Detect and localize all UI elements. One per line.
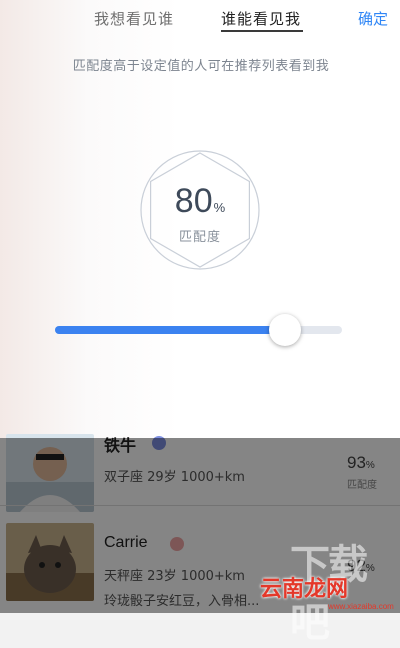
user-name: 铁牛	[104, 438, 137, 455]
gauge-value: 80%	[138, 182, 262, 221]
tab-who-sees-me[interactable]: 谁能看见我	[221, 8, 301, 29]
match-score: 92%	[347, 556, 375, 576]
gauge-number: 80	[174, 182, 213, 220]
match-settings-panel: 我想看见谁 谁能看见我 确定 匹配度高于设定值的人可在推荐列表看到我 80% 匹…	[0, 0, 400, 438]
match-score: 93%	[347, 453, 375, 473]
user-name: Carrie	[104, 534, 148, 551]
score-value: 92	[347, 556, 366, 575]
description-text: 匹配度高于设定值的人可在推荐列表看到我	[72, 59, 330, 74]
match-slider[interactable]	[55, 314, 342, 346]
active-tab-indicator	[221, 30, 303, 32]
avatar	[6, 523, 94, 601]
score-value: 93	[347, 453, 366, 472]
slider-fill	[55, 326, 285, 334]
divider	[0, 505, 400, 506]
recommend-list: 铁牛 双子座 29岁 1000+km 93% 匹配度 Carrie 天秤座 23…	[0, 434, 400, 613]
avatar	[6, 434, 94, 512]
score-label: 匹配度	[347, 480, 377, 491]
user-info: 天秤座 23岁 1000+km	[104, 569, 245, 584]
score-unit: %	[365, 563, 375, 574]
female-badge-icon	[170, 537, 184, 551]
tab-who-i-see[interactable]: 我想看见谁	[94, 8, 174, 29]
verified-badge-icon	[152, 436, 166, 450]
list-item[interactable]: Carrie 天秤座 23岁 1000+km 玲珑骰子安红豆，入骨相... 92…	[0, 520, 400, 609]
confirm-button[interactable]: 确定	[358, 8, 388, 29]
user-info: 双子座 29岁 1000+km	[104, 470, 245, 485]
user-signature: 玲珑骰子安红豆，入骨相...	[104, 594, 260, 609]
background-list-dimmed: 铁牛 双子座 29岁 1000+km 93% 匹配度 Carrie 天秤座 23…	[0, 434, 400, 613]
list-item[interactable]: 铁牛 双子座 29岁 1000+km 93% 匹配度	[0, 426, 400, 512]
tab-bar: 我想看见谁 谁能看见我 确定	[0, 0, 400, 36]
match-gauge: 80% 匹配度	[138, 148, 262, 272]
slider-thumb[interactable]	[269, 314, 301, 346]
score-unit: %	[365, 460, 375, 471]
gauge-unit: %	[213, 200, 226, 215]
gauge-label: 匹配度	[178, 230, 221, 245]
